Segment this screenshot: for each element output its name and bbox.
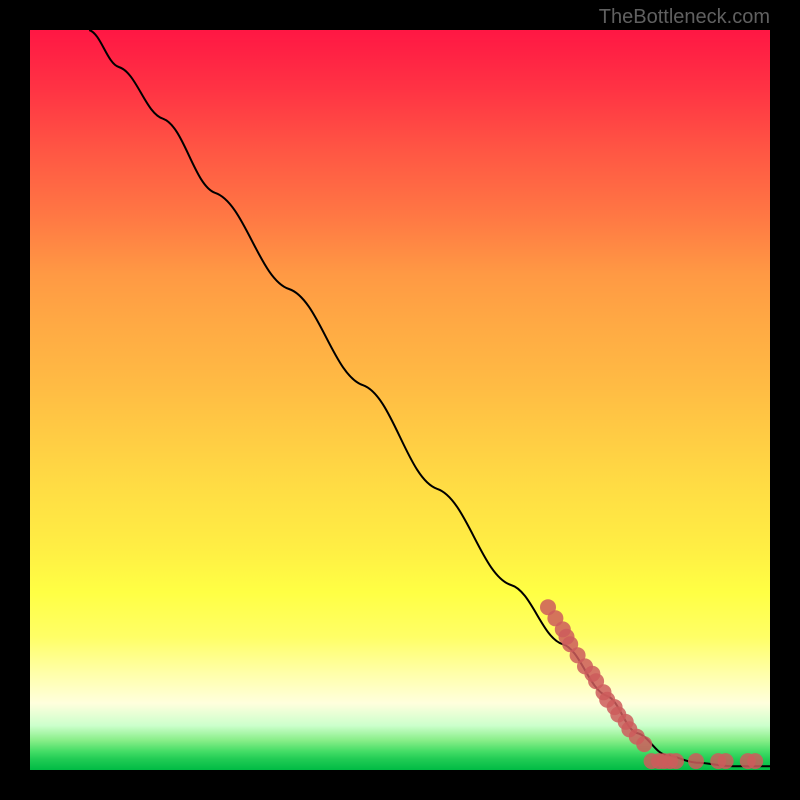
data-point — [718, 753, 734, 769]
scatter-points-group — [540, 599, 763, 769]
chart-plot-area — [30, 30, 770, 770]
chart-svg — [30, 30, 770, 770]
data-point — [747, 753, 763, 769]
data-point — [636, 736, 652, 752]
data-point — [668, 753, 684, 769]
curve-line — [89, 30, 770, 766]
attribution-text: TheBottleneck.com — [599, 6, 770, 29]
data-point — [688, 753, 704, 769]
